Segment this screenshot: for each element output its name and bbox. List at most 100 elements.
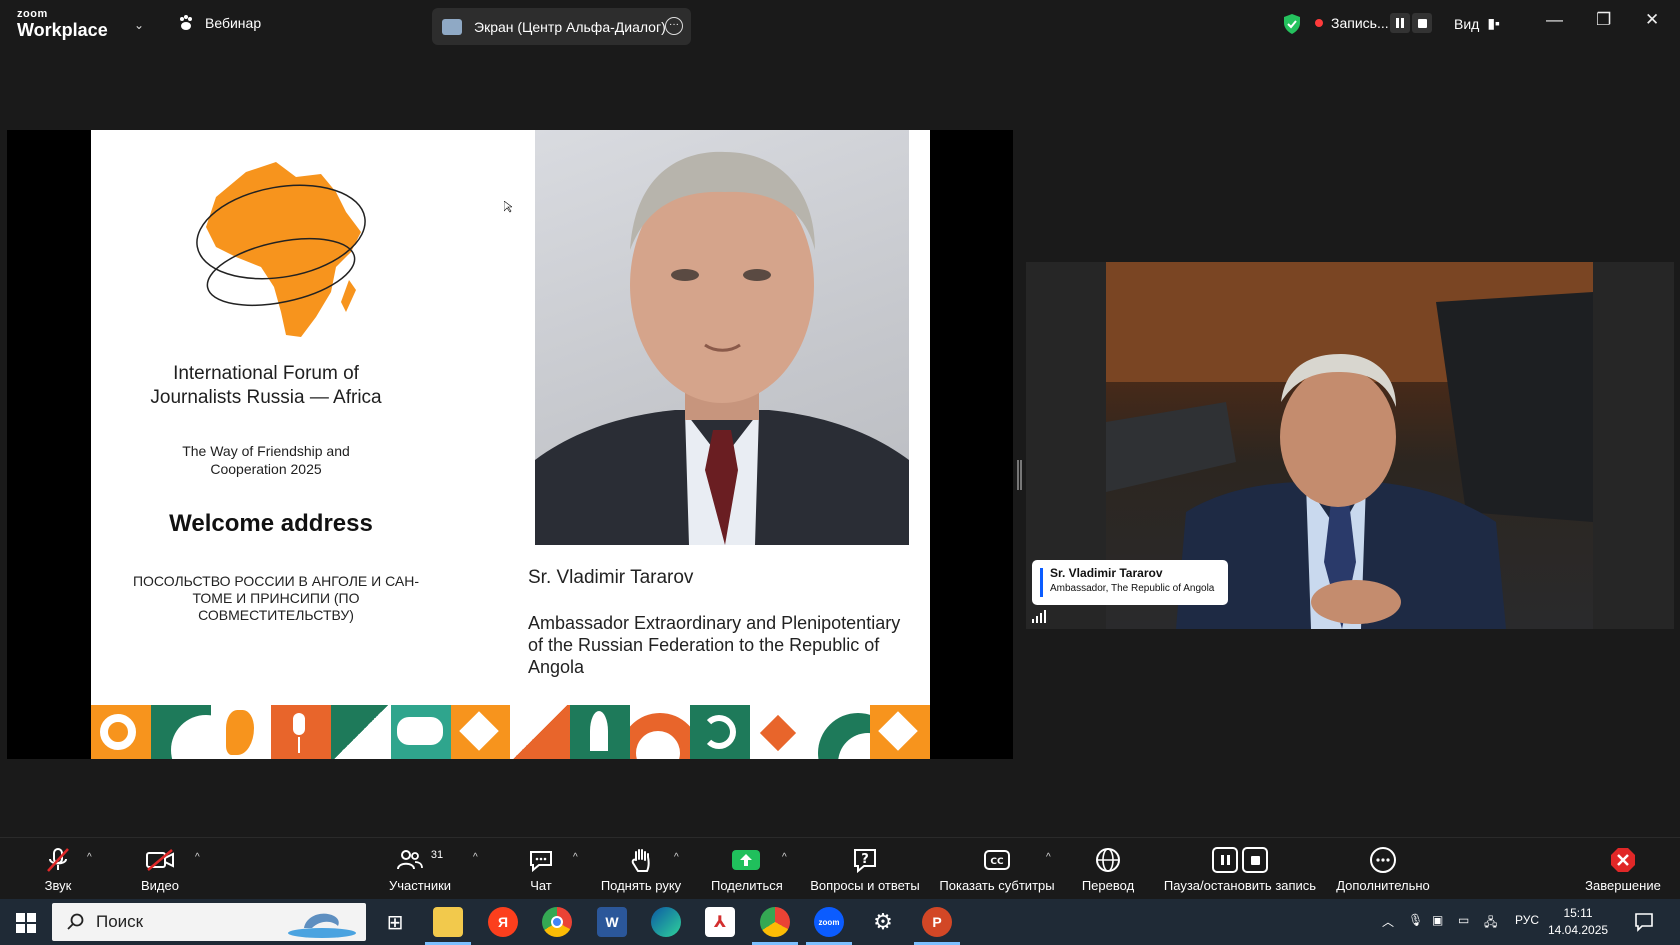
tray-display-icon[interactable]: ▣ (1432, 913, 1443, 927)
recording-controls-button[interactable]: Пауза/остановить запись (1160, 846, 1320, 893)
windows-start-icon[interactable] (16, 913, 36, 933)
participants-button[interactable]: 31 Участники (385, 846, 455, 893)
task-view-icon[interactable]: ⊞ (380, 907, 410, 937)
recording-dot-icon (1315, 19, 1323, 27)
speaker-name: Sr. Vladimir Tararov (528, 567, 694, 588)
participants-label: Участники (388, 878, 452, 893)
microphone-muted-icon (47, 848, 69, 872)
end-button[interactable]: Завершение (1585, 846, 1661, 893)
end-meeting-icon (1611, 848, 1635, 872)
share-options-caret-icon[interactable]: ^ (782, 852, 787, 863)
share-screen-icon (732, 850, 760, 870)
meeting-type-label: Вебинар (205, 15, 262, 31)
chat-button[interactable]: Чат (521, 846, 561, 893)
chat-icon (530, 851, 552, 872)
embassy-name: ПОСОЛЬСТВО РОССИИ В АНГОЛЕ И САН-ТОМЕ И … (132, 573, 420, 623)
video-label: Видео (141, 878, 179, 893)
powerpoint-icon[interactable]: P (914, 907, 960, 945)
minimize-button[interactable]: — (1546, 10, 1563, 30)
end-label: Завершение (1585, 878, 1661, 893)
tray-battery-icon[interactable]: ▭ (1458, 913, 1469, 927)
panel-resize-handle[interactable] (1017, 460, 1022, 490)
share-button[interactable]: Поделиться (711, 846, 783, 893)
more-button[interactable]: Дополнительно (1333, 846, 1433, 893)
share-label: Экран (Центр Альфа-Диалог) (474, 18, 666, 35)
zoom-workplace-logo[interactable]: zoom Workplace (17, 9, 108, 40)
meeting-stage: International Forum of Journalists Russi… (0, 48, 1680, 837)
globe-icon (1096, 848, 1120, 872)
welcome-heading: Welcome address (169, 510, 373, 537)
connection-signal-icon (1032, 610, 1046, 623)
view-button[interactable]: Вид ▮▪ (1454, 15, 1500, 32)
share-label: Поделиться (711, 878, 783, 893)
participant-video-tile[interactable]: Sr. Vladimir Tararov Ambassador, The Rep… (1026, 262, 1674, 629)
settings-gear-icon[interactable]: ⚙ (868, 907, 898, 937)
edge-icon[interactable] (651, 907, 681, 937)
video-options-caret-icon[interactable]: ^ (195, 852, 200, 863)
mouse-cursor-icon (504, 201, 512, 213)
raise-hand-button[interactable]: Поднять руку (598, 846, 684, 893)
taskbar-clock[interactable]: 15:11 14.04.2025 (1548, 905, 1608, 939)
title-bar: zoom Workplace ⌄ Вебинар Экран (Центр Ал… (0, 0, 1680, 48)
chrome-icon[interactable] (542, 907, 572, 937)
forum-title: International Forum of Journalists Russi… (150, 363, 382, 408)
tray-microphone-icon[interactable]: 🎙 (1408, 913, 1423, 927)
decorative-pattern-strip (91, 705, 930, 759)
pause-icon (1212, 847, 1238, 873)
chat-label: Чат (530, 878, 552, 893)
yandex-browser-icon[interactable]: Я (488, 907, 518, 937)
hand-icon (631, 849, 650, 872)
translate-label: Перевод (1081, 878, 1135, 893)
tray-language-indicator[interactable]: РУС (1515, 913, 1539, 927)
word-icon[interactable]: W (597, 907, 627, 937)
audio-button[interactable]: Звук (38, 846, 78, 893)
close-button[interactable]: ✕ (1645, 10, 1659, 30)
participants-options-caret-icon[interactable]: ^ (473, 852, 478, 863)
meeting-toolbar: Звук ^ Видео ^ 31 Участники ^ Чат ^ Подн… (0, 837, 1680, 899)
translate-button[interactable]: Перевод (1078, 846, 1138, 893)
pattern-microphone-icon (270, 705, 331, 759)
pattern-arc-icon (150, 705, 211, 759)
pattern-speech-bubble-icon (390, 705, 451, 759)
search-icon (67, 913, 84, 930)
restore-button[interactable]: ❐ (1596, 10, 1611, 30)
africa-map-logo-icon (196, 162, 366, 337)
share-screen-indicator[interactable]: Экран (Центр Альфа-Диалог) ··· (432, 8, 691, 45)
zoom-app-icon[interactable]: zoom (806, 907, 852, 945)
participants-count: 31 (430, 849, 444, 861)
pattern-arc-green-icon (810, 705, 870, 759)
pause-recording-button[interactable] (1390, 13, 1410, 33)
svg-text:?: ? (861, 852, 869, 867)
participants-icon (396, 850, 423, 870)
captions-button[interactable]: CC Показать субтитры (939, 846, 1055, 893)
tray-network-icon[interactable]: 🖧 (1484, 913, 1497, 934)
chrome-profile-icon[interactable] (752, 907, 798, 945)
pdf-reader-icon[interactable]: ⅄ (705, 907, 735, 937)
pattern-ring-icon (91, 705, 151, 759)
audio-options-caret-icon[interactable]: ^ (87, 852, 92, 863)
encryption-shield-icon[interactable] (1282, 13, 1302, 35)
recording-label: Запись... (1331, 15, 1389, 31)
show-hidden-icons-chevron-icon[interactable]: ︿ (1382, 913, 1394, 930)
video-button[interactable]: Видео (138, 846, 182, 893)
reactions-caret-icon[interactable]: ^ (674, 852, 679, 863)
stop-recording-button[interactable] (1412, 13, 1432, 33)
chat-options-caret-icon[interactable]: ^ (573, 852, 578, 863)
meeting-type[interactable]: Вебинар (177, 14, 261, 32)
raise-hand-label: Поднять руку (600, 878, 682, 893)
recording-controls-label: Пауза/остановить запись (1163, 878, 1317, 893)
pattern-pen-nib-icon (570, 705, 631, 759)
notifications-icon[interactable] (1634, 912, 1654, 932)
chevron-down-icon[interactable]: ⌄ (134, 18, 144, 32)
pattern-star-icon (750, 705, 811, 759)
paw-icon (180, 15, 192, 30)
more-options-icon[interactable]: ··· (665, 17, 683, 35)
captions-options-caret-icon[interactable]: ^ (1046, 852, 1051, 863)
qa-button[interactable]: ? Вопросы и ответы (808, 846, 922, 893)
dolphin-search-highlight-icon (288, 913, 356, 938)
shared-screen[interactable]: International Forum of Journalists Russi… (7, 130, 1013, 759)
pattern-diamond-icon (450, 705, 511, 759)
file-explorer-icon[interactable] (425, 907, 471, 945)
speaker-portrait (535, 130, 909, 545)
taskbar-search-input[interactable]: Поиск (52, 903, 366, 941)
